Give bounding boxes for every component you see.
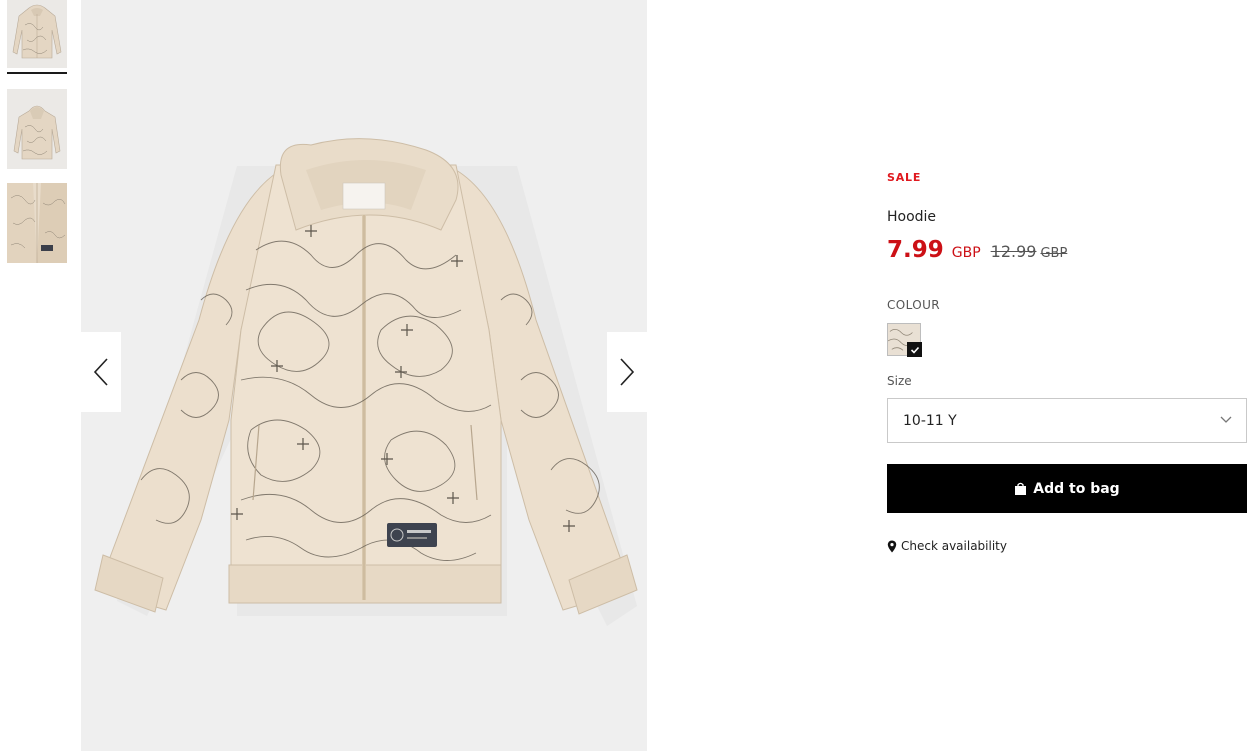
add-to-bag-label: Add to bag xyxy=(1033,480,1120,497)
hoodie-back-thumbnail[interactable] xyxy=(7,89,67,169)
chevron-right-icon xyxy=(620,358,635,386)
colour-label: COLOUR xyxy=(887,298,941,312)
size-dropdown[interactable]: 10-11 Y xyxy=(887,398,1247,443)
main-product-image xyxy=(81,0,647,751)
hoodie-back-thumbnail-image xyxy=(7,89,67,169)
check-availability-label: Check availability xyxy=(901,539,1007,553)
sale-badge: SALE xyxy=(887,171,922,184)
chevron-down-icon xyxy=(1220,416,1232,423)
next-image-button[interactable] xyxy=(607,332,647,412)
hoodie-photo xyxy=(81,0,647,751)
colour-swatch-beige[interactable] xyxy=(887,323,922,357)
size-label: Size xyxy=(887,374,912,388)
hoodie-front-thumbnail-image xyxy=(7,0,67,68)
shopping-bag-icon xyxy=(1014,482,1027,496)
check-availability-link[interactable]: Check availability xyxy=(887,539,1007,553)
location-pin-icon xyxy=(887,540,897,553)
product-info-panel: SALE Hoodie 7.99 GBP 12.99 GBP COLOUR Si… xyxy=(887,0,1247,751)
price-row: 7.99 GBP 12.99 GBP xyxy=(887,237,1067,263)
hoodie-detail-thumbnail[interactable] xyxy=(7,183,67,263)
hoodie-detail-thumbnail-image xyxy=(7,183,67,263)
chevron-left-icon xyxy=(93,358,108,386)
size-selected-value: 10-11 Y xyxy=(903,412,957,429)
original-price: 12.99 xyxy=(990,242,1037,261)
previous-image-button[interactable] xyxy=(81,332,121,412)
selected-thumbnail-indicator xyxy=(7,72,67,74)
product-title: Hoodie xyxy=(887,209,937,225)
hoodie-front-thumbnail[interactable] xyxy=(7,0,67,68)
sale-price: 7.99 xyxy=(887,237,944,263)
selected-check-icon xyxy=(907,342,922,357)
original-price-currency: GBP xyxy=(1040,246,1068,261)
sale-price-currency: GBP xyxy=(951,245,981,261)
add-to-bag-button[interactable]: Add to bag xyxy=(887,464,1247,513)
